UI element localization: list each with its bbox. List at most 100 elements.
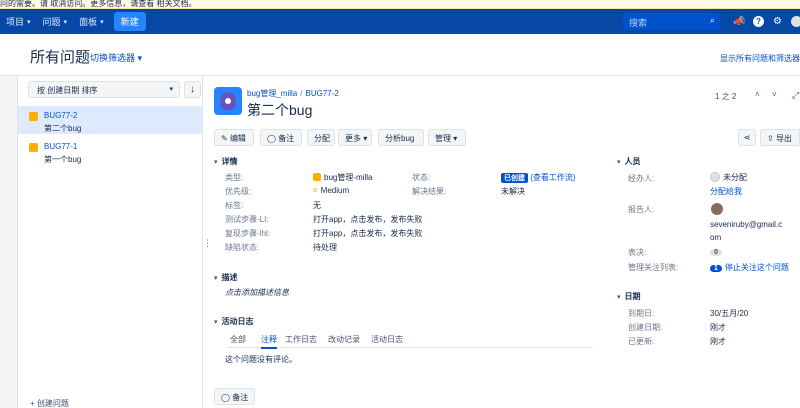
issue-title[interactable]: 第二个bug bbox=[247, 100, 312, 120]
manage-button[interactable]: 管理 ▾ bbox=[428, 129, 466, 146]
votes-value[interactable]: 0 bbox=[710, 247, 722, 256]
breadcrumb: bug管理_milla / BUG77-2 bbox=[247, 89, 339, 98]
chevron-down-icon: ▾ bbox=[453, 134, 458, 143]
analyze-bug-button[interactable]: 分析bug bbox=[378, 129, 424, 146]
add-comment-button[interactable]: ◯ 备注 bbox=[214, 388, 256, 405]
issue-key: BUG77-2 bbox=[44, 111, 78, 120]
create-button[interactable]: 新建 bbox=[113, 12, 146, 31]
activity-tabs: 全部 注释 工作日志 改动记录 活动日志 bbox=[228, 333, 593, 349]
collapse-icon: ▾ bbox=[214, 275, 218, 282]
sort-dropdown[interactable]: 按 创建日期 排序 ▾ bbox=[28, 81, 180, 98]
chevron-down-icon[interactable]: ˅ bbox=[772, 90, 777, 99]
tab-history[interactable]: 改动记录 bbox=[328, 334, 360, 345]
user-avatar[interactable] bbox=[791, 16, 800, 27]
created-date-label: 创建日期: bbox=[628, 323, 663, 332]
tab-activity[interactable]: 活动日志 bbox=[371, 334, 403, 345]
issue-summary: 第一个bug bbox=[44, 155, 82, 164]
expand-icon[interactable]: ⤢ bbox=[792, 90, 799, 101]
assignee-label: 经办人: bbox=[628, 174, 655, 183]
description-heading[interactable]: ▾ 描述 bbox=[214, 272, 238, 283]
edit-button[interactable]: ✎ 编辑 bbox=[214, 129, 254, 146]
gear-icon[interactable]: ⚙ bbox=[772, 16, 783, 27]
bug-icon bbox=[29, 112, 38, 121]
show-all-link[interactable]: 显示所有问题和筛选器 bbox=[720, 53, 800, 64]
no-comments-text: 这个问题没有评论。 bbox=[225, 355, 297, 364]
nav-issues[interactable]: 问题 ▾ bbox=[37, 15, 74, 28]
defect-status-label: 缺陷状态: bbox=[225, 243, 260, 252]
breadcrumb-project[interactable]: bug管理_milla bbox=[247, 89, 297, 98]
priority-label: 优先级: bbox=[225, 187, 252, 196]
create-issue-link[interactable]: + 创建问题 bbox=[30, 398, 69, 408]
repro-steps-value[interactable]: 打开app，点击发布，发布失败 bbox=[313, 228, 422, 239]
tab-all[interactable]: 全部 bbox=[230, 334, 246, 345]
collapse-icon: ▾ bbox=[214, 319, 218, 326]
nav-projects[interactable]: 项目 ▾ bbox=[0, 15, 37, 28]
assign-to-me-link[interactable]: 分配给我 bbox=[710, 186, 742, 197]
nav-boards[interactable]: 面板 ▾ bbox=[73, 15, 110, 28]
comment-button[interactable]: ◯ 备注 bbox=[260, 129, 302, 146]
dates-heading[interactable]: ▾ 日期 bbox=[617, 291, 641, 302]
more-button[interactable]: 更多 ▾ bbox=[338, 129, 372, 146]
watchers-label: 管理关注列表: bbox=[628, 263, 679, 272]
page-title: 所有问题 bbox=[30, 49, 91, 66]
sort-direction-button[interactable]: ↓ bbox=[184, 81, 201, 98]
view-workflow-link[interactable]: (查看工作流) bbox=[530, 173, 575, 182]
details-heading[interactable]: ▾ 详情 bbox=[214, 156, 238, 167]
collapse-icon: ▾ bbox=[617, 159, 621, 166]
labels-value[interactable]: 无 bbox=[313, 200, 321, 211]
comment-icon: ◯ bbox=[221, 393, 230, 402]
arrow-down-icon: ↓ bbox=[190, 84, 195, 95]
due-date-label: 到期日: bbox=[628, 309, 655, 318]
assignee-value[interactable]: 未分配 bbox=[710, 172, 747, 183]
pencil-icon: ✎ bbox=[221, 134, 228, 143]
reporter-label: 报告人: bbox=[628, 205, 655, 214]
project-avatar bbox=[214, 87, 242, 115]
collapse-icon: ▾ bbox=[617, 294, 621, 301]
assign-button[interactable]: 分配 bbox=[307, 129, 335, 146]
resolution-value: 未解决 bbox=[501, 187, 525, 196]
share-icon: ⋖ bbox=[743, 133, 751, 142]
filter-switcher[interactable]: 切换筛选器 ▾ bbox=[90, 51, 142, 64]
stop-watching-link[interactable]: 停止关注这个问题 bbox=[725, 263, 789, 272]
banner-text: 问的需要。请 取消访问。更多信息，请查看 相关文档。 bbox=[0, 0, 197, 8]
activity-heading[interactable]: ▾ 活动日志 bbox=[214, 316, 254, 327]
collapse-icon: ▾ bbox=[214, 159, 218, 166]
list-item[interactable]: BUG77-2 第二个bug bbox=[18, 106, 203, 134]
status-label: 状态: bbox=[412, 173, 431, 182]
status-badge: 已创建 bbox=[501, 173, 528, 183]
tab-worklog[interactable]: 工作日志 bbox=[285, 334, 317, 345]
export-button[interactable]: ⇪ 导出 bbox=[760, 129, 800, 146]
defect-status-value[interactable]: 待处理 bbox=[313, 242, 337, 253]
comment-icon: ◯ bbox=[267, 134, 276, 143]
search-icon: ⌕ bbox=[709, 15, 715, 25]
watchers-value[interactable]: 1 停止关注这个问题 bbox=[710, 262, 789, 273]
created-date-value: 刚才 bbox=[710, 323, 726, 332]
list-item[interactable]: BUG77-1 第一个bug bbox=[18, 137, 203, 165]
type-label: 类型: bbox=[225, 173, 244, 182]
bug-icon bbox=[313, 173, 321, 181]
top-navigation: 项目 ▾ 问题 ▾ 面板 ▾ 新建 搜索 ⌕ 📣 ? ⚙ bbox=[0, 9, 800, 34]
chevron-up-icon[interactable]: ˄ bbox=[755, 90, 760, 99]
sidebar-strip bbox=[0, 76, 18, 408]
repro-steps-label: 复现步骤-lhl: bbox=[225, 229, 270, 238]
search-input[interactable]: 搜索 ⌕ bbox=[623, 13, 720, 30]
issue-detail: bug管理_milla / BUG77-2 第二个bug 1 之 2 ˄ ˅ ⤢ ✎… bbox=[205, 76, 800, 408]
people-heading[interactable]: ▾ 人员 bbox=[617, 156, 641, 167]
test-steps-value[interactable]: 打开app，点击发布，发布失败 bbox=[313, 214, 422, 225]
reporter-email-line2[interactable]: om bbox=[710, 233, 721, 242]
reporter-avatar bbox=[711, 203, 723, 215]
bug-icon bbox=[29, 143, 38, 152]
share-button[interactable]: ⋖ bbox=[738, 129, 756, 146]
chevron-down-icon: ▾ bbox=[137, 53, 143, 63]
labels-label: 标签: bbox=[225, 201, 244, 210]
chevron-down-icon: ▾ bbox=[100, 18, 104, 26]
reporter-email-line1[interactable]: seveniruby@gmail.c bbox=[710, 220, 782, 229]
tab-comments[interactable]: 注释 bbox=[261, 334, 277, 349]
help-icon[interactable]: ? bbox=[753, 16, 764, 27]
issue-key: BUG77-1 bbox=[44, 142, 78, 151]
description-placeholder[interactable]: 点击添加描述信息 bbox=[225, 287, 289, 298]
votes-label: 表决: bbox=[628, 248, 647, 257]
megaphone-icon[interactable]: 📣 bbox=[733, 16, 745, 27]
breadcrumb-issue-key[interactable]: BUG77-2 bbox=[305, 89, 338, 98]
priority-value: = Medium bbox=[313, 186, 350, 195]
